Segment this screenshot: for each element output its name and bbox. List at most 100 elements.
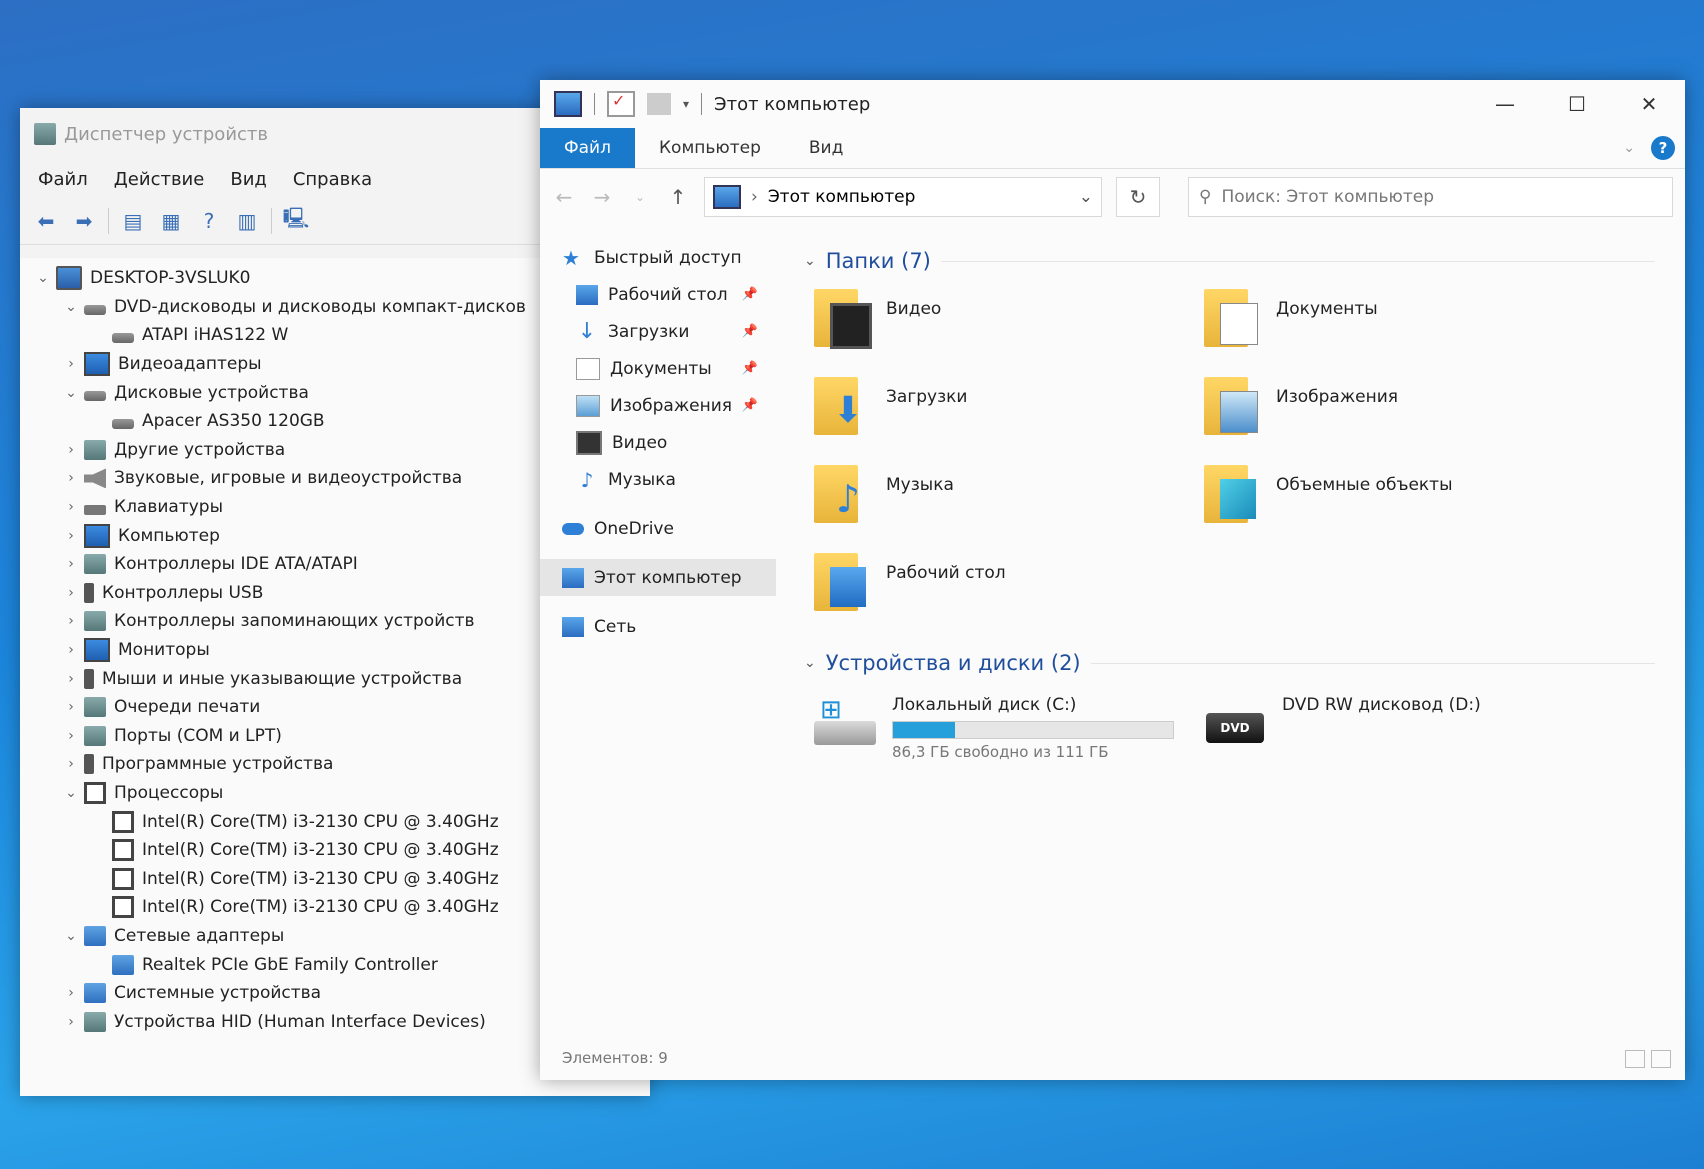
folder-item-label: Загрузки xyxy=(886,387,968,407)
action-pane-icon[interactable]: ▥ xyxy=(233,207,261,235)
drive-c-usage-fill xyxy=(893,722,955,738)
chevron-down-icon[interactable]: ⌄ xyxy=(62,299,80,315)
drives-group-header[interactable]: ⌄ Устройства и диски (2) xyxy=(804,643,1685,683)
chevron-down-icon[interactable]: ⌄ xyxy=(62,385,80,401)
chevron-right-icon[interactable]: › xyxy=(62,585,80,601)
nav-item[interactable]: ↓ Загрузки 📌 xyxy=(540,313,776,350)
pin-icon[interactable]: 📌 xyxy=(742,324,758,339)
properties-icon[interactable]: ▦ xyxy=(157,207,185,235)
maximize-icon[interactable]: ☐ xyxy=(1541,80,1613,128)
recent-locations-chevron-icon[interactable]: ⌄ xyxy=(628,190,652,204)
nav-item[interactable]: Сеть xyxy=(540,608,776,645)
folder-item[interactable]: Документы xyxy=(1194,285,1574,373)
folder-item-label: Видео xyxy=(886,299,942,319)
processor-icon xyxy=(112,810,134,833)
chevron-right-icon[interactable]: › xyxy=(62,442,80,458)
downloads-folder-icon: ⬇ xyxy=(814,373,872,435)
pin-icon[interactable]: 📌 xyxy=(742,361,758,376)
properties-check-icon[interactable] xyxy=(607,91,635,117)
nav-item[interactable]: Видео xyxy=(540,424,776,461)
back-arrow-icon[interactable]: ← xyxy=(552,185,576,209)
nav-item[interactable]: OneDrive xyxy=(540,510,776,547)
chevron-right-icon[interactable]: › xyxy=(62,985,80,1001)
folder-item[interactable]: ♪ Музыка xyxy=(804,461,1184,549)
folders-group-header[interactable]: ⌄ Папки (7) xyxy=(804,241,1685,281)
group-divider xyxy=(940,260,1655,262)
group-divider xyxy=(1090,662,1655,664)
nav-item[interactable]: Рабочий стол 📌 xyxy=(540,276,776,313)
nav-item[interactable]: Документы 📌 xyxy=(540,350,776,387)
address-bar[interactable]: › Этот компьютер ⌄ xyxy=(704,177,1102,217)
details-view-icon[interactable] xyxy=(1625,1050,1645,1068)
chevron-right-icon[interactable]: › xyxy=(62,613,80,629)
desktop-icon xyxy=(576,284,598,305)
music-folder-icon: ♪ xyxy=(814,461,872,523)
chevron-right-icon[interactable]: › xyxy=(62,556,80,572)
chevron-right-icon[interactable]: › xyxy=(62,699,80,715)
address-text[interactable]: Этот компьютер xyxy=(768,187,1069,207)
refresh-icon[interactable]: ↻ xyxy=(1116,177,1160,217)
pin-icon[interactable]: 📌 xyxy=(742,287,758,302)
drive-item-d[interactable]: DVD DVD RW дисковод (D:) xyxy=(1194,691,1574,761)
show-hide-console-tree-icon[interactable]: ▤ xyxy=(119,207,147,235)
address-dropdown-chevron-icon[interactable]: ⌄ xyxy=(1079,187,1093,207)
menu-view[interactable]: Вид xyxy=(230,169,267,190)
qat-customize-chevron-icon[interactable]: ▾ xyxy=(683,97,689,111)
collapse-chevron-icon[interactable]: ⌄ xyxy=(804,655,816,671)
drive-item-c[interactable]: ⊞ Локальный диск (C:) 86,3 ГБ свободно и… xyxy=(804,691,1184,761)
tab-file[interactable]: Файл xyxy=(540,128,635,168)
tree-node-label: DESKTOP-3VSLUK0 xyxy=(90,268,251,289)
window-controls: — ☐ ✕ xyxy=(1469,80,1685,128)
large-icons-view-icon[interactable] xyxy=(1651,1050,1671,1068)
folder-item[interactable]: Изображения xyxy=(1194,373,1574,461)
help-icon[interactable]: ? xyxy=(1651,136,1675,160)
chevron-right-icon[interactable]: › xyxy=(62,756,80,772)
pin-icon[interactable]: 📌 xyxy=(742,398,758,413)
chevron-down-icon[interactable]: ⌄ xyxy=(34,270,52,286)
explorer-titlebar[interactable]: ▾ Этот компьютер — ☐ ✕ xyxy=(540,80,1685,128)
nav-item[interactable]: ★ Быстрый доступ xyxy=(540,239,776,276)
folder-item-label: Рабочий стол xyxy=(886,563,1006,583)
back-arrow-icon[interactable]: ⬅ xyxy=(32,207,60,235)
chevron-right-icon[interactable]: › xyxy=(62,499,80,515)
chevron-right-icon[interactable]: › xyxy=(62,642,80,658)
tab-view[interactable]: Вид xyxy=(785,128,867,168)
tree-node-label: Устройства HID (Human Interface Devices) xyxy=(114,1011,486,1032)
search-placeholder[interactable]: Поиск: Этот компьютер xyxy=(1221,187,1434,207)
nav-item[interactable]: Этот компьютер xyxy=(540,559,776,596)
chevron-right-icon[interactable]: › xyxy=(62,1014,80,1030)
nav-item[interactable]: Изображения 📌 xyxy=(540,387,776,424)
folder-overlay-shape: ⬇ xyxy=(832,390,864,431)
chevron-right-icon[interactable]: › xyxy=(62,356,80,372)
folder-item[interactable]: ⬇ Загрузки xyxy=(804,373,1184,461)
chevron-right-icon[interactable]: › xyxy=(62,728,80,744)
expand-ribbon-chevron-icon[interactable]: ⌄ xyxy=(1623,140,1635,156)
menu-action[interactable]: Действие xyxy=(114,169,205,190)
help-icon[interactable]: ? xyxy=(195,207,223,235)
folder-item[interactable]: Рабочий стол xyxy=(804,549,1184,637)
search-box[interactable]: ⚲ Поиск: Этот компьютер xyxy=(1188,177,1673,217)
folder-item[interactable]: Видео xyxy=(804,285,1184,373)
scan-hardware-changes-icon[interactable]: 🖳 xyxy=(282,206,310,235)
tree-node-label: Сетевые адаптеры xyxy=(114,925,285,946)
folder-item[interactable]: Объемные объекты xyxy=(1194,461,1574,549)
nav-item-label: OneDrive xyxy=(594,518,674,539)
forward-arrow-icon[interactable]: ➡ xyxy=(70,207,98,235)
collapse-chevron-icon[interactable]: ⌄ xyxy=(804,253,816,269)
tree-node-label: DVD-дисководы и дисководы компакт-дисков xyxy=(114,296,526,317)
menu-file[interactable]: Файл xyxy=(38,169,88,190)
close-icon[interactable]: ✕ xyxy=(1613,80,1685,128)
chevron-down-icon[interactable]: ⌄ xyxy=(62,928,80,944)
nav-item[interactable]: ♪ Музыка xyxy=(540,461,776,498)
breadcrumb-chevron-icon[interactable]: › xyxy=(751,187,758,207)
chevron-right-icon[interactable]: › xyxy=(62,528,80,544)
up-arrow-icon[interactable]: ↑ xyxy=(666,185,690,209)
chevron-right-icon[interactable]: › xyxy=(62,671,80,687)
new-folder-icon[interactable] xyxy=(647,93,671,115)
chevron-down-icon[interactable]: ⌄ xyxy=(62,785,80,801)
tab-computer[interactable]: Компьютер xyxy=(635,128,785,168)
forward-arrow-icon[interactable]: → xyxy=(590,185,614,209)
minimize-icon[interactable]: — xyxy=(1469,80,1541,128)
menu-help[interactable]: Справка xyxy=(293,169,372,190)
chevron-right-icon[interactable]: › xyxy=(62,470,80,486)
